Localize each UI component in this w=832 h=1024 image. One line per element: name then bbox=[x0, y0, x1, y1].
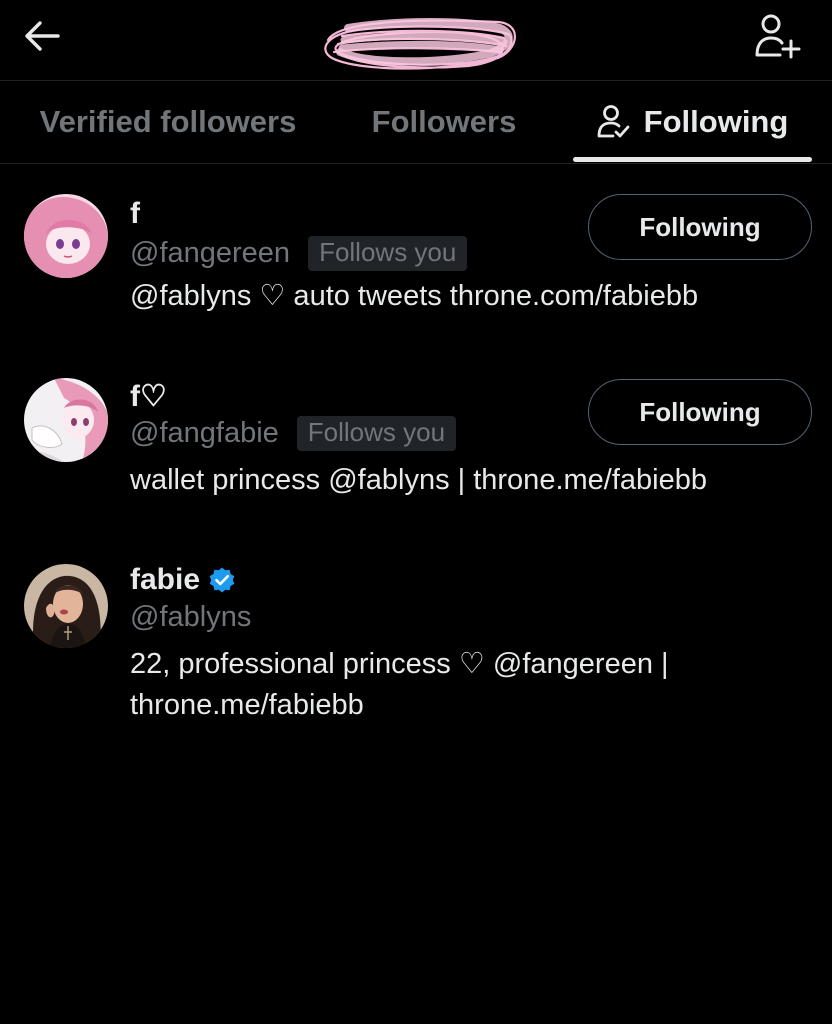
tab-label: Following bbox=[643, 104, 789, 139]
handle-line: @fangfabie Follows you bbox=[130, 412, 457, 454]
tab-verified-followers[interactable]: Verified followers bbox=[0, 81, 336, 163]
following-button[interactable]: Following bbox=[588, 194, 812, 260]
display-name-text: fabie bbox=[130, 563, 201, 596]
display-name: fabie bbox=[130, 560, 236, 600]
tab-following[interactable]: Following bbox=[552, 81, 832, 163]
handle-line: @fablyns bbox=[130, 596, 251, 638]
active-tab-indicator bbox=[573, 157, 812, 162]
bio-line: 22, professional princess ♡ @fangereen | bbox=[130, 648, 669, 680]
follows-you-badge: Follows you bbox=[308, 235, 468, 271]
user-row[interactable]: f @fangereen Follows you @fablyns ♡ auto… bbox=[0, 164, 832, 344]
person-check-icon bbox=[596, 104, 630, 140]
handle-line: @fangereen Follows you bbox=[130, 232, 468, 274]
tab-label: Followers bbox=[371, 104, 517, 139]
avatar[interactable] bbox=[24, 194, 108, 278]
verified-badge-icon bbox=[208, 566, 236, 594]
tab-followers[interactable]: Followers bbox=[336, 81, 552, 163]
back-button[interactable] bbox=[20, 14, 64, 58]
avatar[interactable] bbox=[24, 564, 108, 648]
user-handle: @fablyns bbox=[130, 600, 252, 633]
follows-you-badge: Follows you bbox=[296, 415, 457, 451]
display-name: f♡ bbox=[130, 379, 167, 413]
user-bio: @fablyns ♡ auto tweets throne.com/fabieb… bbox=[130, 280, 699, 312]
user-handle: @fangfabie bbox=[130, 416, 279, 449]
arrow-left-icon bbox=[25, 21, 60, 51]
person-plus-icon bbox=[755, 14, 801, 59]
redacted-title-scribble bbox=[324, 18, 516, 70]
tab-label: Verified followers bbox=[39, 104, 297, 139]
bio-line: throne.me/fabiebb bbox=[130, 689, 364, 721]
display-name: f bbox=[130, 197, 140, 230]
add-user-button[interactable] bbox=[752, 10, 804, 62]
following-button[interactable]: Following bbox=[588, 379, 812, 445]
avatar[interactable] bbox=[24, 378, 108, 462]
user-handle: @fangereen bbox=[130, 236, 291, 269]
tab-bar: Verified followers Followers Following bbox=[0, 81, 832, 163]
top-bar bbox=[0, 0, 832, 80]
user-bio: 22, professional princess ♡ @fangereen |… bbox=[130, 644, 669, 726]
user-bio: wallet princess @fablyns | throne.me/fab… bbox=[130, 464, 707, 496]
user-row[interactable]: fabie @fablyns 22, professional princess… bbox=[0, 540, 832, 740]
user-row[interactable]: f♡ @fangfabie Follows you wallet princes… bbox=[0, 350, 832, 530]
